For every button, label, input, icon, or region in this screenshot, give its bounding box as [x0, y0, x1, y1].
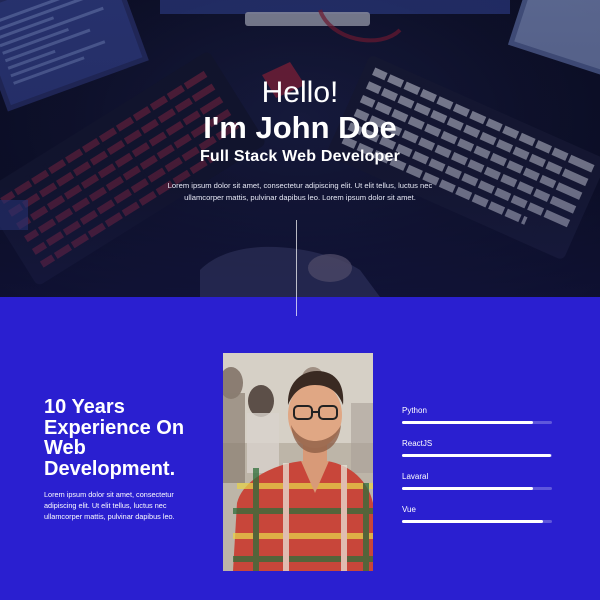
experience-title: 10 Years Experience On Web Development.: [44, 396, 185, 480]
skill-label: ReactJS: [402, 439, 433, 448]
skill-vue: Vue: [402, 504, 552, 537]
portrait-photo: [223, 353, 373, 571]
skill-progress-track: [402, 421, 552, 424]
skill-label: Vue: [402, 505, 416, 514]
skill-progress-fill: [402, 421, 533, 424]
hero-greeting: Hello!: [261, 76, 339, 109]
skills-list: Python ReactJS Lavaral Vue: [402, 405, 552, 537]
skill-progress-track: [402, 487, 552, 490]
about-section: 10 Years Experience On Web Development. …: [0, 297, 600, 600]
skill-progress-track: [402, 454, 552, 457]
hero-name: I'm John Doe: [203, 110, 397, 145]
section-divider-line: [296, 220, 297, 316]
experience-description: Lorem ipsum dolor sit amet, consectetur …: [44, 490, 175, 521]
hero-description: Lorem ipsum dolor sit amet, consectetur …: [167, 181, 433, 202]
hero-section: Hello! I'm John Doe Full Stack Web Devel…: [0, 0, 600, 297]
portfolio-page: Hello! I'm John Doe Full Stack Web Devel…: [0, 0, 600, 600]
skill-progress-fill: [402, 454, 551, 457]
portrait-illustration: [223, 353, 373, 571]
skill-python: Python: [402, 405, 552, 438]
hero-role: Full Stack Web Developer: [199, 148, 401, 165]
skill-progress-fill: [402, 487, 533, 490]
skill-reactjs: ReactJS: [402, 438, 552, 471]
skill-progress-track: [402, 520, 552, 523]
skill-progress-fill: [402, 520, 543, 523]
skill-lavaral: Lavaral: [402, 471, 552, 504]
skill-label: Python: [402, 406, 427, 415]
skill-label: Lavaral: [402, 472, 429, 481]
